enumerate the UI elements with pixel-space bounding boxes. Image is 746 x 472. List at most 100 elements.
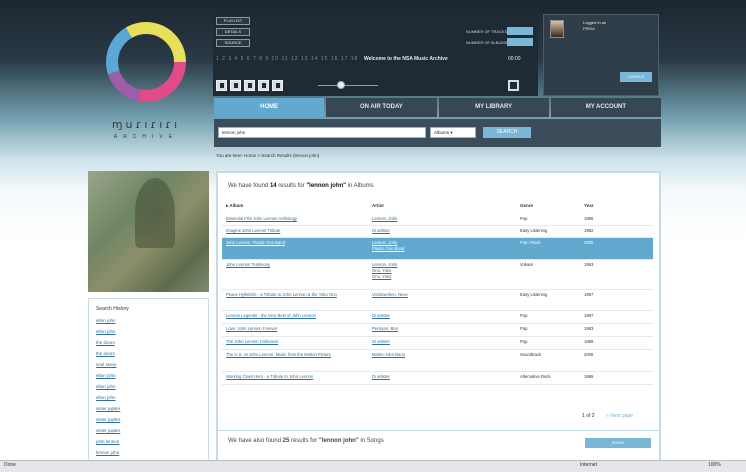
genre-cell: Pop — [520, 216, 528, 221]
table-row[interactable]: Essential Film John Lennon Anthology Lenn… — [222, 214, 653, 225]
artist-link[interactable]: Malmo Nico Bano — [372, 352, 405, 357]
genre-cell: Alternative Rock — [520, 374, 551, 379]
album-link[interactable]: Lennon Legends - the Very Best of John L… — [226, 313, 366, 318]
album-link[interactable]: Essential Film John Lennon Anthology — [226, 216, 366, 221]
results-middle: results for — [278, 183, 305, 189]
genre-cell: Easy Listening — [520, 228, 548, 233]
table-row[interactable]: Peace Hyllebrint - a Tribute to John Len… — [222, 290, 653, 310]
artist-link[interactable]: Lennon, John — [372, 262, 397, 267]
tab-home[interactable]: HOME — [214, 98, 325, 117]
artist-link[interactable]: Ono, Yoko — [372, 268, 391, 273]
album-link[interactable]: Peace Hyllebrint - a Tribute to John Len… — [226, 292, 366, 297]
history-item[interactable]: elton john — [96, 384, 116, 389]
table-row[interactable]: John Lennon Testimony Lennon, John Ono, Yo… — [222, 260, 653, 289]
results-suffix: in Albums — [347, 183, 374, 189]
stop-icon[interactable] — [258, 80, 269, 91]
songs-suffix: in Songs — [360, 438, 384, 444]
genre-cell: Pop / Rock — [520, 240, 541, 245]
column-year[interactable]: Year — [584, 203, 594, 208]
artist-link[interactable]: Di artister — [372, 228, 390, 233]
artist-link[interactable]: Vocktwerken, Neve — [372, 292, 408, 297]
rewind-icon[interactable] — [230, 80, 241, 91]
next-page-link[interactable]: » Next page — [606, 413, 633, 419]
playback-time: 00:00 — [508, 56, 521, 62]
album-link[interactable]: The John Lennon Collection — [226, 339, 366, 344]
history-item[interactable]: soul stone — [96, 362, 117, 367]
year-cell: 1985 — [584, 216, 594, 221]
table-row[interactable]: The U.S. vs John Lennon: Music from the … — [222, 350, 653, 371]
album-link[interactable]: Imagine John Lennon Tribute — [226, 228, 366, 233]
album-link[interactable]: John Lennon Testimony — [226, 262, 366, 267]
search-button[interactable]: SEARCH — [483, 127, 531, 138]
artist-link[interactable]: Lennon, John — [372, 216, 397, 221]
table-row[interactable]: The John Lennon Collection Di artister Pop… — [222, 337, 653, 349]
genre-cell: Pop — [520, 313, 528, 318]
history-item[interactable]: elton john — [96, 395, 116, 400]
volume-icon[interactable] — [508, 80, 519, 91]
genre-cell: Vokaal — [520, 262, 533, 267]
playlist-button[interactable]: PLAYLIST — [216, 17, 250, 25]
history-item[interactable]: john lennon — [96, 439, 119, 444]
show-songs-button[interactable]: SHOW — [585, 438, 651, 448]
history-item[interactable]: sister jupiter — [96, 417, 120, 422]
year-cell: 2000 — [584, 240, 594, 245]
table-row[interactable]: Working Class Hero - a Tribute to John L… — [222, 372, 653, 384]
status-text: Done — [4, 462, 16, 468]
logout-button[interactable]: LOGOUT — [620, 72, 652, 82]
history-item[interactable]: lennon john — [96, 450, 119, 455]
history-item[interactable]: elton john — [96, 373, 116, 378]
tab-my-account[interactable]: MY ACCOUNT — [550, 98, 661, 117]
progress-track — [318, 85, 378, 86]
results-query: "lennon john" — [306, 183, 346, 189]
table-row[interactable]: Love: John Lennon Forever Pensyon, Bon Pop… — [222, 324, 653, 336]
artist-link[interactable]: Di artister — [372, 339, 390, 344]
tab-my-library[interactable]: MY LIBRARY — [438, 98, 549, 117]
year-cell: 1997 — [584, 292, 594, 297]
login-info: Logged in as FREIA — [583, 20, 606, 32]
album-link[interactable]: John Lennon: Plastic Ono Band — [226, 240, 366, 245]
artist-link[interactable]: Di artister — [372, 313, 390, 318]
album-link[interactable]: Love: John Lennon Forever — [226, 326, 366, 331]
tab-on-air-today[interactable]: ON AIR TODAY — [326, 98, 437, 117]
table-row[interactable]: Imagine John Lennon Tribute Di artister Ea… — [222, 226, 653, 237]
source-button[interactable]: SOURCE — [216, 39, 250, 47]
history-item[interactable]: sister jupiter — [96, 406, 120, 411]
artist-link[interactable]: Plastic Ono Band — [372, 246, 404, 251]
results-summary: We have found 14 results for "lennon joh… — [228, 183, 374, 189]
genre-cell: Easy Listening — [520, 292, 548, 297]
column-album[interactable]: ▸ Album — [226, 203, 243, 209]
avatar — [550, 20, 564, 38]
search-history-title: Search History — [96, 306, 129, 312]
table-row[interactable]: John Lennon: Plastic Ono Band Lennon, Joh… — [222, 238, 653, 259]
column-genre[interactable]: Genre — [520, 203, 533, 208]
artist-link[interactable]: Di artister — [372, 374, 390, 379]
artist-link[interactable]: Ono, Yoko — [372, 274, 391, 279]
table-row[interactable]: Lennon Legends - the Very Best of John L… — [222, 311, 653, 323]
next-icon[interactable] — [272, 80, 283, 91]
year-cell: 2006 — [584, 352, 594, 357]
history-item[interactable]: elton john — [96, 329, 116, 334]
column-artist[interactable]: Artist — [372, 203, 384, 208]
stat-value-albums — [507, 38, 533, 46]
breadcrumb: You are here: Home > Search Results (len… — [216, 153, 320, 158]
search-scope-select[interactable]: Albums ▾ — [430, 127, 476, 138]
progress-slider[interactable] — [337, 81, 345, 89]
history-item[interactable]: sister jupiter — [96, 428, 120, 433]
artist-link[interactable]: Pensyon, Bon — [372, 326, 398, 331]
search-input[interactable]: lennon john — [218, 127, 426, 138]
stat-value-tracks — [507, 27, 533, 35]
history-item[interactable]: the doors — [96, 340, 115, 345]
album-link[interactable]: Working Class Hero - a Tribute to John L… — [226, 374, 366, 379]
previous-icon[interactable] — [216, 80, 227, 91]
browser-status-bar — [0, 460, 746, 472]
artist-link[interactable]: Lennon, John — [372, 240, 397, 245]
history-item[interactable]: the doors — [96, 351, 115, 356]
album-link[interactable]: The U.S. vs John Lennon: Music from the … — [226, 352, 366, 357]
history-item[interactable]: elton john — [96, 318, 116, 323]
play-icon[interactable] — [244, 80, 255, 91]
zoom-level[interactable]: 100% — [708, 462, 721, 468]
songs-prefix: We have also found — [228, 438, 281, 444]
genre-cell: Pop — [520, 326, 528, 331]
year-cell: 1997 — [584, 313, 594, 318]
details-button[interactable]: DETAILS — [216, 28, 250, 36]
